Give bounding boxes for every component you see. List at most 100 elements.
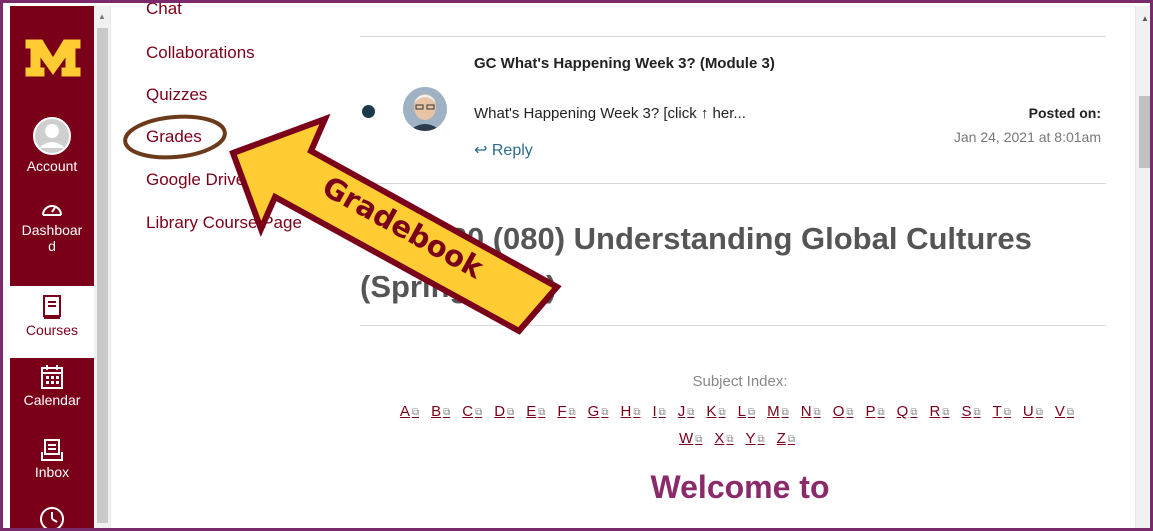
reply-label: Reply [491,142,533,159]
external-link-icon: ⧉ [846,407,854,418]
external-link-icon: ⧉ [718,407,726,418]
external-link-icon: ⧉ [910,407,918,418]
external-link-icon: ⧉ [787,434,795,445]
subject-index-letter[interactable]: V ⧉ [1055,399,1074,426]
clock-icon [40,507,64,528]
external-link-icon: ⧉ [1035,407,1043,418]
external-link-icon: ⧉ [781,407,789,418]
posted-on-label: Posted on: [1028,105,1101,121]
scroll-up-arrow-icon[interactable]: ▲ [98,12,106,21]
external-link-icon: ⧉ [658,407,666,418]
external-link-icon: ⧉ [601,407,609,418]
unread-indicator [362,105,375,118]
minnesota-m-logo[interactable] [24,36,82,80]
subject-index-letter[interactable]: H ⧉ [620,399,640,426]
course-navigation: Chat Collaborations Quizzes Grades Googl… [111,3,341,528]
subject-index-letter[interactable]: Y ⧉ [746,426,765,453]
subject-index-letter[interactable]: Q ⧉ [897,399,918,426]
subject-index-letter[interactable]: S ⧉ [961,399,980,426]
subject-index-letter[interactable]: R ⧉ [929,399,949,426]
course-nav-chat[interactable]: Chat [146,3,182,19]
subject-index-letter[interactable]: C ⧉ [462,399,482,426]
welcome-heading: Welcome to [650,469,830,505]
external-link-icon: ⧉ [538,407,546,418]
course-nav-collaborations[interactable]: Collaborations [146,43,255,63]
external-link-icon: ⧉ [507,407,515,418]
subject-index-letter[interactable]: O ⧉ [833,399,854,426]
subject-index-letter[interactable]: J ⧉ [678,399,695,426]
avatar-photo [403,87,447,131]
course-nav-google-drive[interactable]: Google Drive [146,170,245,190]
external-link-icon: ⧉ [411,407,420,418]
divider [360,325,1106,326]
nav-dashboard[interactable]: Dashboar d [10,198,94,254]
subject-index-letter[interactable]: I ⧉ [652,399,665,426]
nav-inbox-label: Inbox [34,464,70,480]
external-link-icon: ⧉ [1003,407,1011,418]
external-link-icon: ⧉ [973,407,981,418]
page-title: GC 1080 (080) Understanding Global Cultu… [360,221,1032,304]
discussion-message[interactable]: What's Happening Week 3? [click ↑ her... [474,105,746,122]
course-nav-scrollbar[interactable]: ▲ [94,6,111,528]
scroll-up-arrow-icon[interactable]: ▲ [1141,14,1149,23]
external-link-icon: ⧉ [568,407,576,418]
external-link-icon: ⧉ [747,407,756,418]
dashboard-gauge-icon [42,205,62,216]
book-icon [43,295,61,319]
reply-arrow-icon: ↩ [474,142,488,159]
nav-calendar-label: Calendar [23,392,81,408]
course-nav-grades[interactable]: Grades [146,127,202,147]
reply-button[interactable]: ↩ Reply [474,140,533,160]
global-navigation: Account Dashboar d Courses Calendar Inbo… [10,6,94,528]
subject-index-letter[interactable]: X ⧉ [714,426,733,453]
nav-calendar[interactable]: Calendar [10,364,94,408]
scrollbar-thumb[interactable] [1139,96,1150,168]
subject-index-letter[interactable]: K ⧉ [706,399,725,426]
subject-index-letter[interactable]: Z ⧉ [777,426,795,453]
subject-index-letter[interactable]: W ⧉ [679,426,702,453]
subject-index-letter[interactable]: M ⧉ [767,399,789,426]
subject-index-letter[interactable]: N ⧉ [801,399,821,426]
divider [360,183,1106,184]
subject-index-letter[interactable]: G ⧉ [588,399,609,426]
scrollbar-thumb[interactable] [97,28,108,523]
nav-courses-label: Courses [25,322,79,338]
external-link-icon: ⧉ [695,434,703,445]
subject-index-letter[interactable]: F ⧉ [557,399,575,426]
external-link-icon: ⧉ [757,434,765,445]
subject-index-letter[interactable]: E ⧉ [526,399,545,426]
subject-index-letter[interactable]: U ⧉ [1023,399,1043,426]
posted-date: Jan 24, 2021 at 8:01am [953,129,1101,145]
nav-history[interactable] [10,506,94,528]
nav-dashboard-label: Dashboar d [21,222,83,254]
external-link-icon: ⧉ [726,434,734,445]
user-circle-icon [33,117,71,155]
subject-index-letters: A ⧉ B ⧉ C ⧉ D ⧉ E ⧉ F ⧉ G ⧉ H ⧉ I ⧉ J ⧉ K ⧉ L ⧉ M ⧉ N ⧉ O ⧉ P ⧉ Q ⧉ R ⧉ S ⧉ T ⧉… [377,399,1097,453]
external-link-icon: ⧉ [813,407,821,418]
external-link-icon: ⧉ [633,407,641,418]
divider [360,36,1106,37]
browser-frame: Account Dashboar d Courses Calendar Inbo… [0,0,1153,531]
external-link-icon: ⧉ [942,407,950,418]
subject-index-letter[interactable]: T ⧉ [993,399,1011,426]
nav-courses[interactable]: Courses [10,286,94,358]
course-nav-library-course-page[interactable]: Library Course Page [146,213,302,233]
subject-index-letter[interactable]: A ⧉ [400,399,419,426]
subject-index-letter[interactable]: B ⧉ [431,399,450,426]
avatar[interactable] [403,87,447,131]
main-scrollbar[interactable]: ▲ [1135,6,1150,528]
subject-index-letter[interactable]: D ⧉ [494,399,514,426]
external-link-icon: ⧉ [1066,407,1075,418]
calendar-icon [41,365,63,389]
course-nav-quizzes[interactable]: Quizzes [146,85,207,105]
subject-index-letter[interactable]: P ⧉ [866,399,885,426]
nav-account[interactable]: Account [10,116,94,174]
external-link-icon: ⧉ [877,407,885,418]
external-link-icon: ⧉ [475,407,483,418]
subject-index-letter[interactable]: L ⧉ [738,399,755,426]
nav-inbox[interactable]: Inbox [10,438,94,480]
subject-index-label: Subject Index: [692,373,788,390]
nav-account-label: Account [26,158,78,174]
discussion-title[interactable]: GC What's Happening Week 3? (Module 3) [474,55,824,72]
external-link-icon: ⧉ [443,407,451,418]
